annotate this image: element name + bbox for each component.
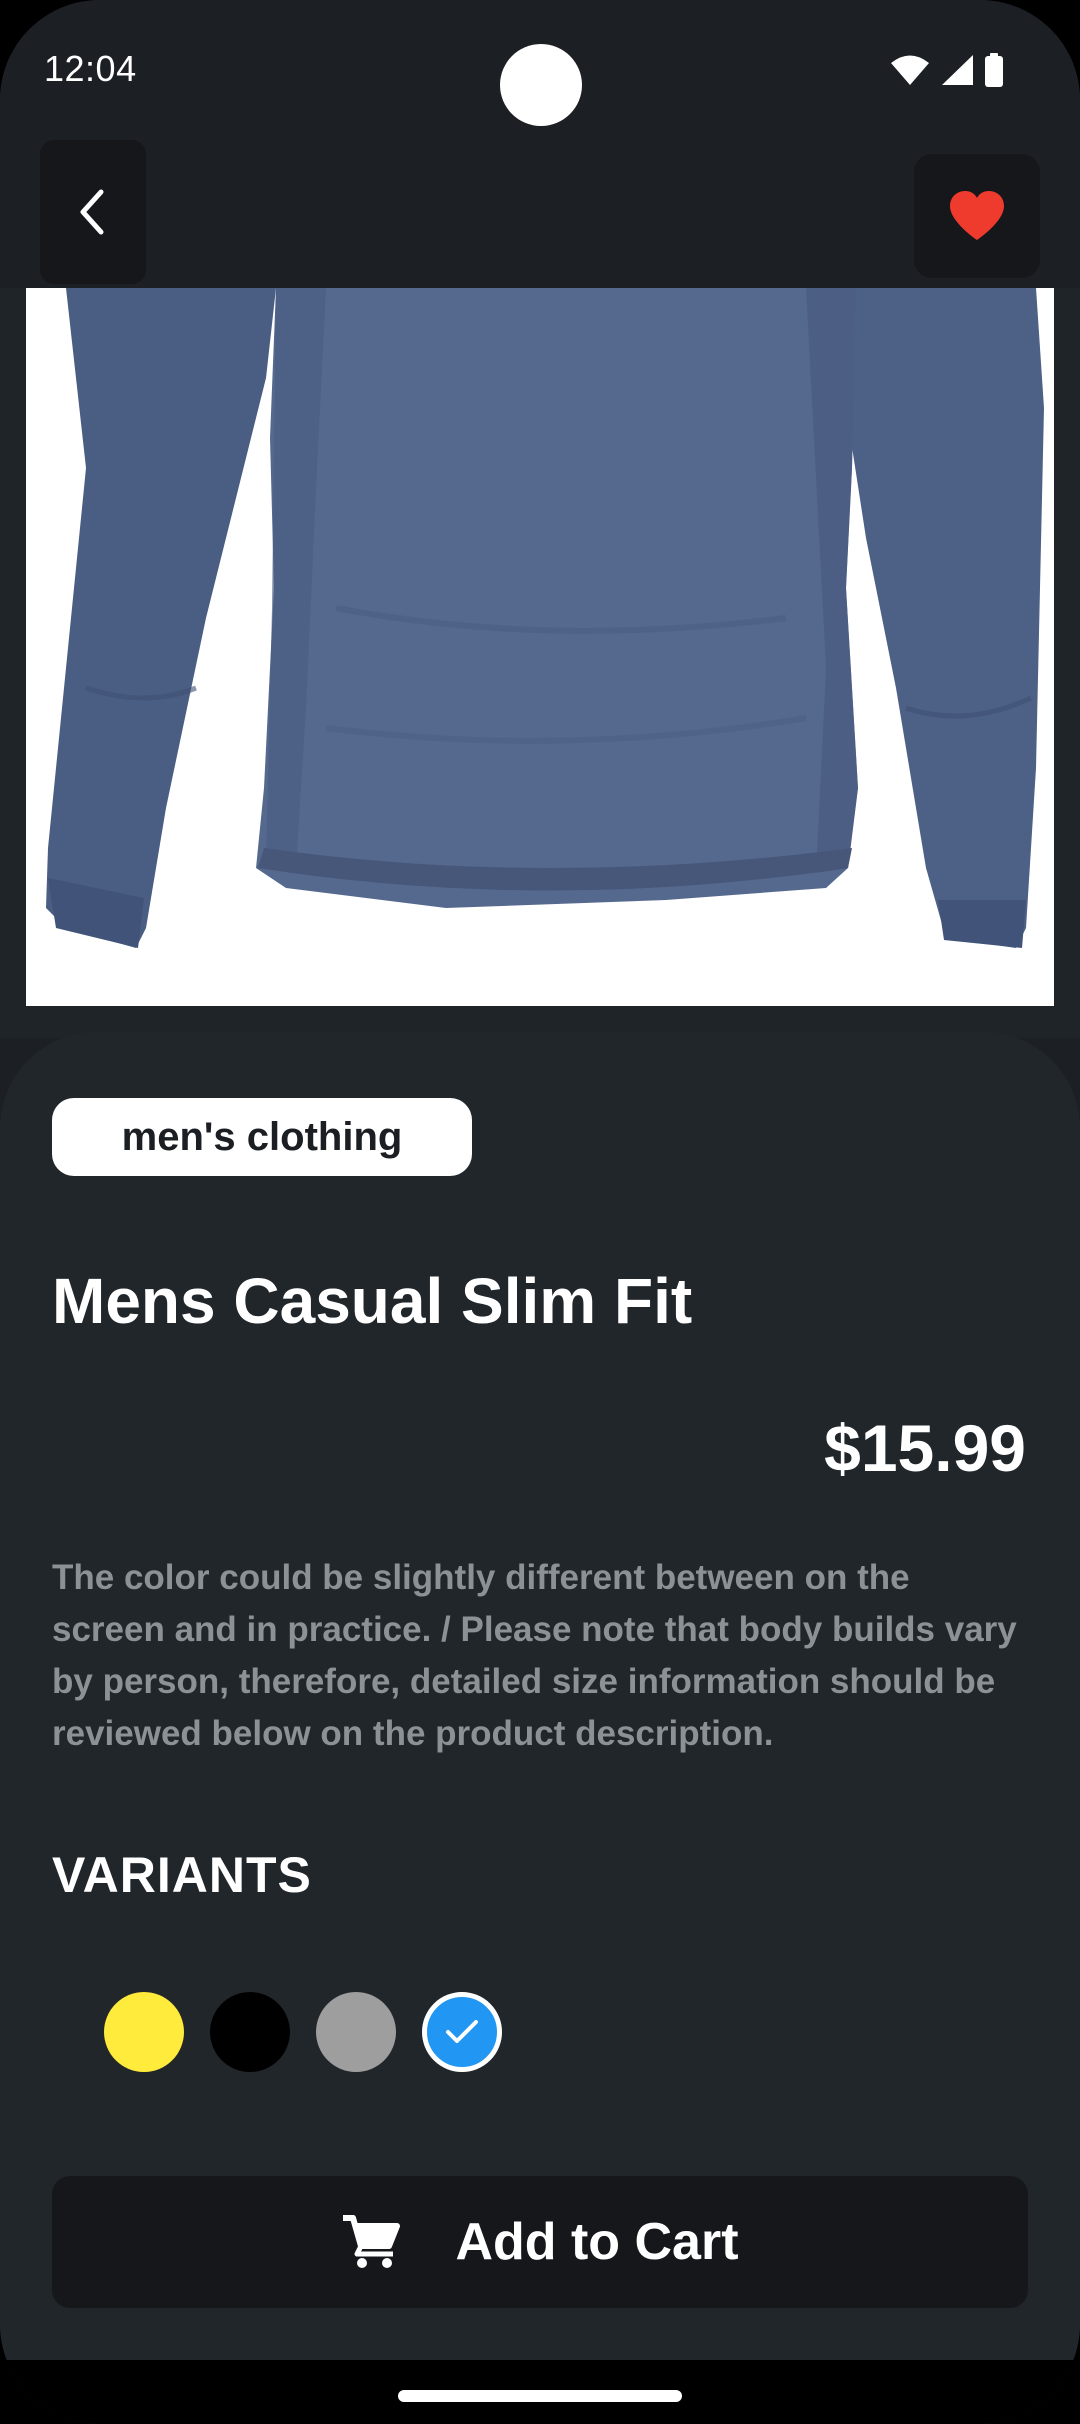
status-time: 12:04 bbox=[44, 48, 137, 89]
top-app-bar bbox=[0, 140, 1080, 290]
back-button[interactable] bbox=[40, 140, 146, 284]
cellular-signal-icon bbox=[942, 55, 973, 85]
product-price: $15.99 bbox=[824, 1411, 1026, 1485]
product-image-container bbox=[0, 288, 1080, 1038]
cart-icon bbox=[343, 2215, 401, 2268]
product-title: Mens Casual Slim Fit bbox=[52, 1265, 693, 1337]
swatch-grey[interactable] bbox=[316, 1992, 396, 2072]
swatch-blue[interactable] bbox=[422, 1992, 502, 2072]
variants-heading: VARIANTS bbox=[52, 1847, 312, 1903]
swatch-yellow[interactable] bbox=[104, 1992, 184, 2072]
product-details-sheet: men's clothing Mens Casual Slim Fit $15.… bbox=[0, 1032, 1080, 2362]
wifi-icon bbox=[891, 55, 929, 85]
phone-screen: 12:04 men's clothing Mens Casual Slim Fi… bbox=[0, 0, 1080, 2424]
swatch-black[interactable] bbox=[210, 1992, 290, 2072]
add-to-cart-label: Add to Cart bbox=[455, 2213, 739, 2271]
battery-icon bbox=[985, 53, 1003, 87]
add-to-cart-button[interactable]: Add to Cart bbox=[52, 2176, 1028, 2308]
camera-cutout bbox=[500, 44, 582, 126]
product-description: The color could be slightly different be… bbox=[52, 1558, 1017, 1753]
category-chip[interactable]: men's clothing bbox=[52, 1098, 472, 1176]
favorite-button[interactable] bbox=[914, 154, 1040, 278]
check-icon bbox=[446, 2020, 478, 2043]
shirt-illustration bbox=[26, 288, 1054, 1006]
home-indicator[interactable] bbox=[398, 2390, 682, 2402]
heart-icon bbox=[950, 191, 1004, 240]
variant-swatches bbox=[104, 1992, 502, 2072]
status-icons bbox=[890, 52, 1004, 88]
product-image bbox=[26, 288, 1054, 1006]
status-bar: 12:04 bbox=[0, 0, 1080, 140]
navigation-bar bbox=[0, 2360, 1080, 2424]
chevron-left-icon bbox=[80, 189, 104, 235]
